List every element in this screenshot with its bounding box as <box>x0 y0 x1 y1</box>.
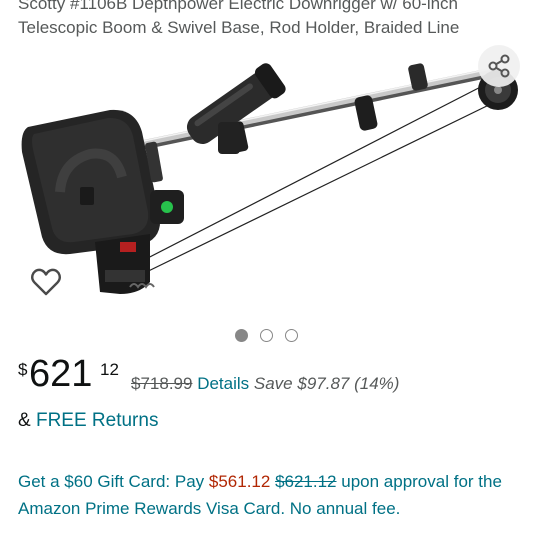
promo-strike-price: $621.12 <box>275 472 337 491</box>
price-fraction: 12 <box>100 360 119 379</box>
heart-icon <box>31 268 61 296</box>
promo-text-before: Get a $60 Gift Card: Pay <box>18 472 209 491</box>
price-whole: 621 <box>29 353 93 395</box>
add-to-wishlist-button[interactable] <box>26 262 66 302</box>
share-button[interactable] <box>478 45 520 87</box>
returns-info: & FREE Returns <box>18 409 158 433</box>
downrigger-illustration <box>21 63 518 294</box>
carousel-dot-3[interactable] <box>285 329 298 342</box>
product-title: Scotty #1106B Depthpower Electric Downri… <box>18 0 523 40</box>
free-returns-link[interactable]: FREE Returns <box>36 410 158 431</box>
returns-prefix: & <box>18 410 31 431</box>
price-details-link[interactable]: Details <box>197 374 249 393</box>
list-price: $718.99 <box>131 374 193 393</box>
carousel-dot-1[interactable] <box>235 329 248 342</box>
promo-price: $561.12 <box>208 472 271 491</box>
price-block: $ 621 12 $718.99 Details Save $97.87 (14… <box>18 352 528 396</box>
image-carousel-dots <box>235 329 298 342</box>
product-title-line-2: Telescopic Boom & Swivel Base, Rod Holde… <box>18 18 460 37</box>
price-details: $718.99 Details Save $97.87 (14%) <box>131 374 399 394</box>
gift-card-promo[interactable]: Get a $60 Gift Card: Pay $561.12 $621.12… <box>18 468 523 522</box>
carousel-dot-2[interactable] <box>260 329 273 342</box>
product-title-line-1: Scotty #1106B Depthpower Electric Downri… <box>18 0 459 13</box>
price-currency-symbol: $ <box>18 360 28 379</box>
savings-text: Save $97.87 (14%) <box>253 374 400 393</box>
share-icon <box>488 54 510 78</box>
product-image[interactable] <box>0 42 540 312</box>
